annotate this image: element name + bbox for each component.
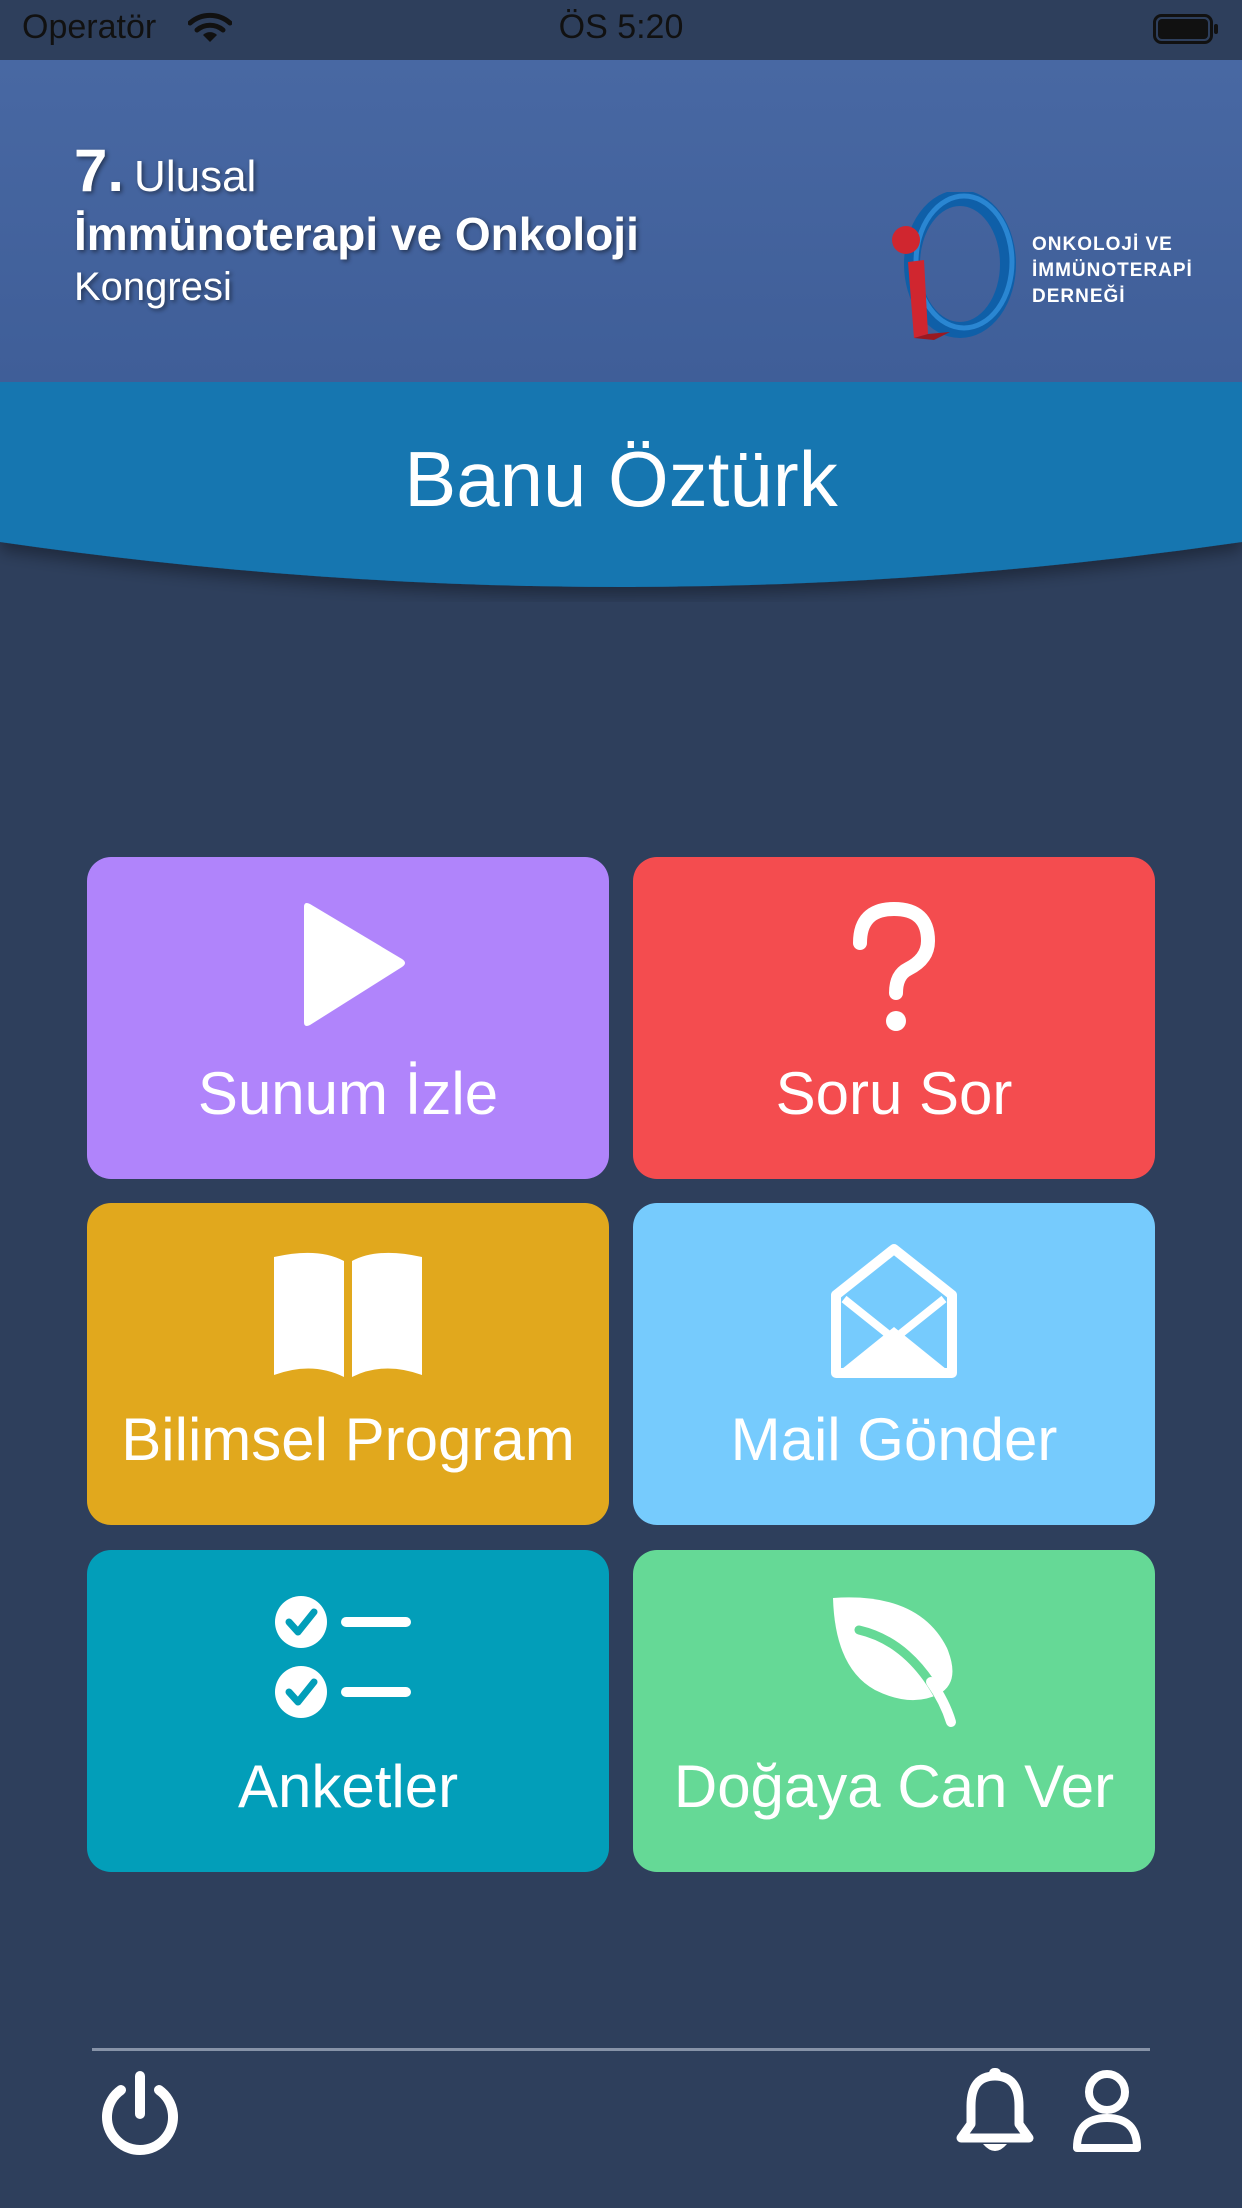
tile-label: Mail Gönder [730,1406,1058,1473]
ask-question-button[interactable]: Soru Sor [633,857,1155,1179]
mail-open-icon [633,1243,1155,1383]
association-name: ONKOLOJİ VE İMMÜNOTERAPİ DERNEĞİ [1032,232,1193,310]
tile-label: Bilimsel Program [121,1406,575,1473]
logo-text-line-2: İMMÜNOTERAPİ [1032,260,1193,281]
congress-number: 7. [74,137,125,204]
app-header: 7. Ulusal İmmünoterapi ve Onkoloji Kongre… [0,60,1242,382]
congress-title: 7. Ulusal İmmünoterapi ve Onkoloji Kongre… [74,136,639,310]
scientific-program-button[interactable]: Bilimsel Program [87,1203,609,1525]
bell-icon[interactable] [955,2068,1035,2159]
power-icon[interactable] [97,2070,183,2161]
tile-label: Anketler [237,1753,459,1820]
question-icon [633,897,1155,1037]
tile-label: Doğaya Can Ver [673,1753,1115,1820]
user-name: Banu Öztürk [404,435,838,523]
status-bar: Operatör ÖS 5:20 [0,0,1242,60]
congress-line-3: Kongresi [74,265,232,309]
logo-text-line-1: ONKOLOJİ VE [1032,234,1173,255]
user-icon[interactable] [1072,2068,1142,2159]
leaf-icon [633,1590,1155,1730]
footer-divider [92,2048,1150,2051]
play-icon [87,897,609,1037]
association-logo [888,190,1018,347]
user-banner: Banu Öztürk [0,382,1242,602]
tile-label: Sunum İzle [197,1060,499,1127]
surveys-button[interactable]: Anketler [87,1550,609,1872]
send-mail-button[interactable]: Mail Gönder [633,1203,1155,1525]
watch-presentation-button[interactable]: Sunum İzle [87,857,609,1179]
congress-line-1: Ulusal [134,152,257,201]
checklist-icon [87,1590,609,1730]
book-icon [87,1243,609,1383]
tile-label: Soru Sor [775,1060,1013,1127]
logo-text-line-3: DERNEĞİ [1032,286,1126,307]
congress-line-2: İmmünoterapi ve Onkoloji [74,208,639,260]
nature-button[interactable]: Doğaya Can Ver [633,1550,1155,1872]
clock: ÖS 5:20 [558,8,684,46]
battery-icon [1153,14,1219,44]
